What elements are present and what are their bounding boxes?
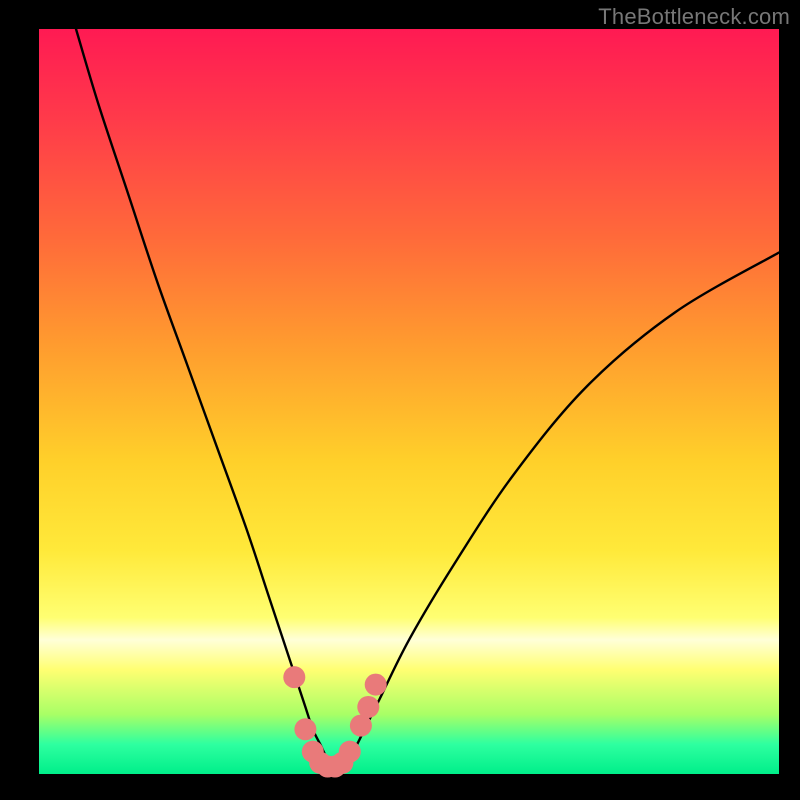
highlight-dot (365, 674, 387, 696)
highlight-dot (294, 718, 316, 740)
chart-stage: TheBottleneck.com (0, 0, 800, 800)
plot-area (39, 29, 779, 774)
highlight-dot (357, 696, 379, 718)
bottleneck-curve (76, 29, 779, 767)
watermark-text: TheBottleneck.com (598, 4, 790, 30)
highlight-dots (283, 666, 386, 777)
highlight-dot (339, 741, 361, 763)
highlight-dot (283, 666, 305, 688)
chart-svg (39, 29, 779, 774)
